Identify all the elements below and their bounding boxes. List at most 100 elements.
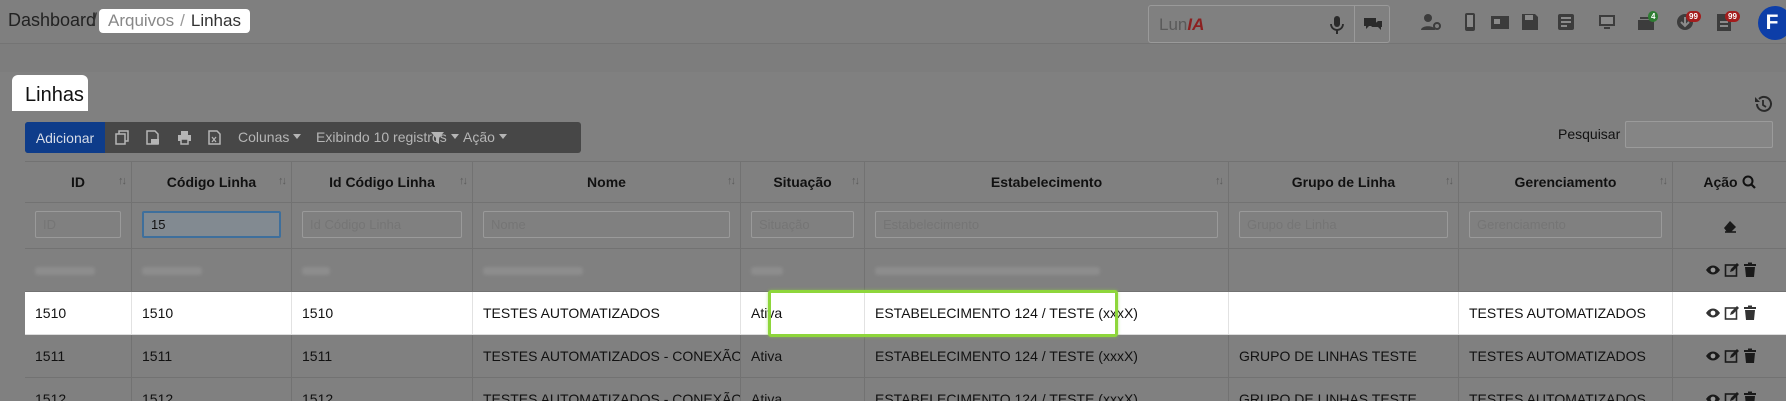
view-icon[interactable] — [1705, 305, 1721, 321]
search-input[interactable] — [1625, 121, 1773, 148]
edit-icon[interactable] — [1724, 262, 1740, 278]
column-header-id[interactable]: ID ↑↓ — [25, 162, 132, 202]
mobile-phone-icon[interactable] — [1459, 12, 1481, 32]
sort-icon[interactable]: ↑↓ — [459, 175, 468, 187]
filter-cell — [292, 203, 473, 248]
table-filter-row — [25, 203, 1786, 249]
cell-codigo-linha: 1511 — [132, 335, 292, 377]
filter-id-codigo-linha-input[interactable] — [302, 211, 462, 238]
luna-assistant-input[interactable]: LunIA — [1148, 5, 1390, 43]
cell-gerenciamento: TESTES AUTOMATIZADOS — [1459, 292, 1673, 334]
filter-nome-input[interactable] — [483, 211, 730, 238]
edit-icon[interactable] — [1724, 391, 1740, 401]
column-header-grupo-de-linha[interactable]: Grupo de Linha ↑↓ — [1229, 162, 1459, 202]
microphone-icon[interactable] — [1327, 14, 1347, 36]
filter-cell — [1459, 203, 1673, 248]
filter-gerenciamento-input[interactable] — [1469, 211, 1662, 238]
copy-icon[interactable] — [115, 130, 130, 145]
view-icon[interactable] — [1705, 348, 1721, 364]
print-icon[interactable] — [177, 130, 192, 145]
filter-codigo-linha-input[interactable] — [142, 211, 281, 238]
table-cell — [292, 249, 473, 291]
blurred-text — [751, 267, 783, 275]
action-dropdown[interactable]: Ação — [463, 129, 507, 145]
cell-estabelecimento: ESTABELECIMENTO 124 / TESTE (xxxX) — [865, 378, 1229, 401]
blurred-text — [302, 267, 330, 275]
column-header-estabelecimento[interactable]: Estabelecimento ↑↓ — [865, 162, 1229, 202]
filter-id-input[interactable] — [35, 211, 121, 238]
cell-situacao: Ativa — [741, 335, 865, 377]
excel-icon[interactable] — [207, 130, 222, 145]
sim-card-icon[interactable] — [1489, 12, 1511, 32]
chat-icon[interactable] — [1362, 14, 1384, 36]
sort-icon[interactable]: ↑↓ — [278, 175, 287, 187]
cell-nome: TESTES AUTOMATIZADOS - CONEXÃO II — [473, 378, 741, 401]
search-icon[interactable] — [1742, 175, 1756, 189]
table-cell — [132, 249, 292, 291]
action-cell — [1673, 292, 1786, 334]
delete-icon[interactable] — [1742, 262, 1758, 278]
table-cell — [741, 249, 865, 291]
cell-grupo-de-linha: GRUPO DE LINHAS TESTE — [1229, 378, 1459, 401]
column-header-situacao[interactable]: Situação ↑↓ — [741, 162, 865, 202]
cell-highlight — [768, 290, 1118, 337]
table-cell — [865, 249, 1229, 291]
filter-estabelecimento-input[interactable] — [875, 211, 1218, 238]
delete-icon[interactable] — [1742, 305, 1758, 321]
filter-situacao-input[interactable] — [751, 211, 854, 238]
sort-icon[interactable]: ↑↓ — [1215, 175, 1224, 187]
delete-icon[interactable] — [1742, 348, 1758, 364]
user-settings-icon[interactable] — [1420, 12, 1442, 32]
edit-icon[interactable] — [1724, 348, 1740, 364]
breadcrumb-arquivos[interactable]: Arquivos — [108, 11, 174, 31]
avatar[interactable]: F — [1758, 6, 1786, 40]
invoice-icon[interactable] — [1555, 12, 1577, 32]
delete-icon[interactable] — [1742, 391, 1758, 401]
divider — [1354, 6, 1355, 42]
cell-estabelecimento: ESTABELECIMENTO 124 / TESTE (xxxX) — [865, 335, 1229, 377]
cell-grupo-de-linha — [1229, 292, 1459, 334]
table-row[interactable]: 1511 1511 1511 TESTES AUTOMATIZADOS - CO… — [25, 335, 1786, 378]
blurred-text — [483, 267, 583, 275]
filter-cell — [1229, 203, 1459, 248]
sort-icon[interactable]: ↑↓ — [727, 175, 736, 187]
filter-cell — [1673, 203, 1786, 248]
breadcrumb-dashboard[interactable]: Dashboard — [8, 10, 96, 31]
column-header-id-codigo-linha[interactable]: Id Código Linha ↑↓ — [292, 162, 473, 202]
monitor-icon[interactable] — [1596, 12, 1618, 32]
columns-dropdown[interactable]: Colunas — [238, 129, 302, 145]
table-cell — [25, 249, 132, 291]
filter-cell — [25, 203, 132, 248]
edit-icon[interactable] — [1724, 305, 1740, 321]
top-bar: Dashboard / Arquivos / Linhas LunIA 4 99… — [0, 0, 1786, 44]
history-icon[interactable] — [1753, 94, 1773, 114]
sort-icon[interactable]: ↑↓ — [851, 175, 860, 187]
sort-icon[interactable]: ↑↓ — [1445, 175, 1454, 187]
cell-codigo-linha: 1512 — [132, 378, 292, 401]
sort-icon[interactable]: ↑↓ — [118, 175, 127, 187]
cell-nome: TESTES AUTOMATIZADOS - CONEXÃO I — [473, 335, 741, 377]
cell-gerenciamento: TESTES AUTOMATIZADOS — [1459, 378, 1673, 401]
filter-cell — [132, 203, 292, 248]
eraser-icon[interactable] — [1722, 218, 1738, 234]
cell-codigo-linha: 1510 — [132, 292, 292, 334]
column-header-acao: Ação — [1673, 162, 1786, 202]
filter-cell — [741, 203, 865, 248]
add-button[interactable]: Adicionar — [25, 122, 105, 153]
page-title-tab: Linhas — [12, 75, 88, 111]
filter-icon[interactable] — [430, 130, 445, 145]
table-cell — [1229, 249, 1459, 291]
table-row[interactable]: 1512 1512 1512 TESTES AUTOMATIZADOS - CO… — [25, 378, 1786, 401]
filter-grupo-de-linha-input[interactable] — [1239, 211, 1448, 238]
column-header-nome[interactable]: Nome ↑↓ — [473, 162, 741, 202]
sort-icon[interactable]: ↑↓ — [1659, 175, 1668, 187]
view-icon[interactable] — [1705, 262, 1721, 278]
table-header-row: ID ↑↓ Código Linha ↑↓ Id Código Linha ↑↓ No… — [25, 161, 1786, 203]
csv-icon[interactable] — [145, 130, 160, 145]
view-icon[interactable] — [1705, 391, 1721, 401]
cell-id: 1511 — [25, 335, 132, 377]
save-icon[interactable] — [1519, 12, 1541, 32]
column-header-codigo-linha[interactable]: Código Linha ↑↓ — [132, 162, 292, 202]
table-row-blurred — [25, 249, 1786, 292]
column-header-gerenciamento[interactable]: Gerenciamento ↑↓ — [1459, 162, 1673, 202]
